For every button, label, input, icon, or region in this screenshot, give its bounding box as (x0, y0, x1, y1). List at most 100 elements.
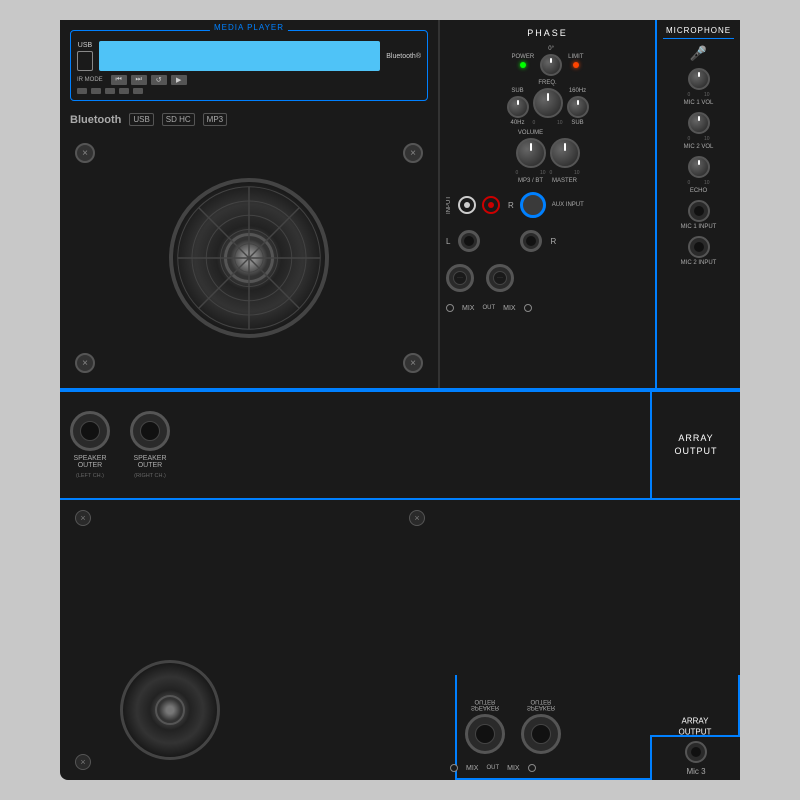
reflected-jack-left (465, 715, 505, 755)
zero-label: 0° (548, 46, 554, 52)
input-label: INPUT (446, 196, 452, 214)
cooling-fan (169, 178, 329, 338)
bottom-right-half: SPEAKEROUTER SPEAKEROUTER ARRAYOUTPUT (440, 500, 740, 780)
rca-left-jack[interactable] (458, 196, 476, 214)
ts-right-jack[interactable] (520, 230, 542, 252)
mic1-vol-group: 0 10 MIC 1 VOL (663, 68, 734, 106)
bluetooth-badge: Bluetooth® (386, 53, 421, 60)
usb-hc-badge: USB (129, 113, 153, 126)
speaker-left-sublabel: (LEFT CH.) (76, 473, 104, 479)
mp3bt-group: VOLUME 010 MP3 / BT (516, 130, 546, 184)
bottom-mix-dot-left (450, 764, 458, 772)
bottom-out-label: OUT (486, 765, 499, 771)
freq-label: FREQ. (538, 80, 556, 86)
speaker-left-jack[interactable] (70, 411, 110, 451)
lcd-display (99, 41, 380, 71)
mix-right-label: MIX (503, 305, 515, 312)
dot-btn-4[interactable] (119, 88, 129, 94)
fan-area (70, 138, 428, 378)
media-player-inner: USB Bluetooth® (77, 41, 421, 71)
r-ts-label: R (550, 237, 556, 246)
mic1-input-jack[interactable] (688, 200, 710, 222)
dot-btn-2[interactable] (91, 88, 101, 94)
master-label: MASTER (552, 178, 577, 184)
bottom-fan (120, 660, 220, 760)
bottom-mix-row: MIX OUT MIX (450, 764, 536, 772)
mix-row: MIX OUT MIX (446, 300, 649, 316)
ts-left-jack[interactable] (458, 230, 480, 252)
power-led (520, 62, 526, 68)
screw-bottom-right (403, 353, 423, 373)
input-rca-row: INPUT R AUX INPUT (446, 188, 649, 222)
sub-left-group: SUB 40Hz (507, 88, 529, 126)
mic2-input-jack[interactable] (688, 236, 710, 258)
play-button[interactable]: ▶ (171, 75, 187, 85)
aux-input-jack[interactable] (520, 192, 546, 218)
freq-knob[interactable] (533, 88, 563, 118)
usb-icon (77, 51, 93, 71)
right-panel: PHASE POWER 0° LIMIT (440, 20, 740, 388)
array-left: SPEAKEROUTER (LEFT CH.) SPEAKEROUTER (RI… (60, 392, 650, 498)
bottom-fan-area (90, 650, 250, 770)
xlr-left-jack[interactable] (446, 264, 474, 292)
speaker-right-sublabel: (RIGHT CH.) (134, 473, 166, 479)
echo-group: 0 10 ECHO (663, 156, 734, 194)
hz160-label: 160Hz (569, 88, 586, 94)
xlr-right-jack[interactable] (486, 264, 514, 292)
controls-section: PHASE POWER 0° LIMIT (440, 20, 655, 388)
sub-right-label: SUB (571, 120, 583, 126)
screw-bottom-left (75, 353, 95, 373)
rca-right-jack[interactable] (482, 196, 500, 214)
mix-left-label: MIX (462, 305, 474, 312)
bottom-screw-tl: × (75, 510, 91, 526)
screw-top-left (75, 143, 95, 163)
mic3-label: Mic 3 (686, 767, 705, 776)
l-label: L (446, 237, 450, 246)
volume-label: VOLUME (518, 130, 543, 136)
mp3bt-knob[interactable] (516, 138, 546, 168)
media-player-box: MEDIA PLAYER USB Bluetooth® IR MODE ⏮ ⏭ … (70, 30, 428, 101)
sub-right-knob[interactable] (567, 96, 589, 118)
mic3-jack[interactable] (685, 741, 707, 763)
phase-knob[interactable] (540, 54, 562, 76)
usb-label: USB (77, 42, 93, 71)
rca-left-inner (464, 202, 470, 208)
r-label: R (508, 201, 514, 210)
mp3bt-label: MP3 / BT (518, 178, 543, 184)
bottom-screw-tr: × (409, 510, 425, 526)
bottom-mix-label-right: MIX (507, 765, 519, 772)
master-group: 010 MASTER (550, 138, 580, 184)
bottom-left-half: × × × (60, 500, 440, 780)
mic-panel: MICROPHONE 🎤 0 10 MIC 1 VOL 0 1 (655, 20, 740, 388)
mp3-badge: MP3 (203, 113, 227, 126)
mic2-input-label: MIC 2 INPUT (681, 260, 717, 266)
middle-section: SPEAKEROUTER (LEFT CH.) SPEAKEROUTER (RI… (60, 390, 740, 500)
next-button[interactable]: ⏭ (131, 75, 147, 85)
repeat-button[interactable]: ↺ (151, 75, 167, 85)
xlr-right-inner (493, 271, 507, 285)
bt-info-row: Bluetooth USB SD HC MP3 (70, 109, 428, 130)
limit-label: LIMIT (568, 54, 583, 60)
limit-led (573, 62, 579, 68)
echo-knob[interactable] (688, 156, 710, 178)
dot-btn-5[interactable] (133, 88, 143, 94)
bottom-screw-bl: × (75, 754, 91, 770)
ts-jacks-row: L R (446, 226, 649, 256)
mic1-input-inner (694, 206, 704, 216)
dot-row (77, 88, 421, 94)
mic-panel-title: MICROPHONE (663, 26, 734, 39)
ts-left-inner (464, 236, 474, 246)
mic1-vol-knob[interactable] (688, 68, 710, 90)
dot-btn-3[interactable] (105, 88, 115, 94)
mic2-vol-knob[interactable] (688, 112, 710, 134)
device-panel: MEDIA PLAYER USB Bluetooth® IR MODE ⏮ ⏭ … (60, 20, 740, 780)
prev-button[interactable]: ⏮ (111, 75, 127, 85)
master-knob[interactable] (550, 138, 580, 168)
freq-scale: 010 (533, 120, 563, 126)
speaker-right-label: SPEAKEROUTER (133, 455, 166, 469)
sd-badge: SD HC (162, 113, 195, 126)
dot-btn-1[interactable] (77, 88, 87, 94)
speaker-right-jack[interactable] (130, 411, 170, 451)
mp3bt-scale: 010 (516, 170, 546, 176)
sub-left-knob[interactable] (507, 96, 529, 118)
